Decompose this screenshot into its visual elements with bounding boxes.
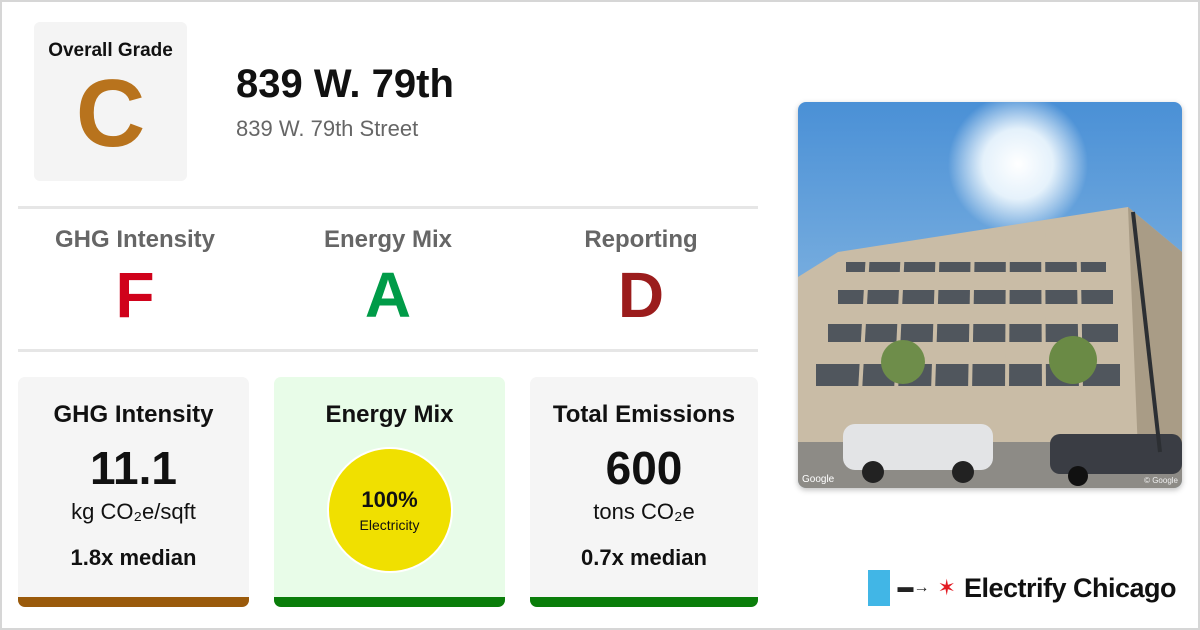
emissions-card-median: 0.7x median	[581, 545, 707, 570]
divider-top	[18, 206, 758, 209]
energy-mix-pie: 100% Electricity	[326, 447, 453, 573]
overall-grade-letter: C	[75, 60, 146, 167]
emissions-card-title: Total Emissions	[552, 401, 736, 428]
reporting-grade-letter: D	[617, 259, 665, 331]
ghg-intensity-card: GHG Intensity 11.1 kg CO₂e/sqft 1.8x med…	[18, 377, 249, 607]
plug-icon: ▬→	[897, 579, 930, 596]
ghg-card-title: GHG Intensity	[53, 401, 214, 428]
energy-mix-percent: 100%	[361, 487, 418, 512]
ghg-grade-label: GHG Intensity	[54, 226, 216, 253]
overall-grade-label: Overall Grade	[48, 40, 173, 61]
building-street-view-photo: Google © Google	[798, 102, 1182, 488]
photo-credit-google: Google	[802, 474, 835, 485]
electrify-chicago-brand[interactable]: ▬→ ✶ Electrify Chicago	[867, 570, 1177, 606]
building-address: 839 W. 79th Street	[236, 116, 419, 141]
building-illustration	[798, 102, 1182, 488]
energy-mix-card-bar	[274, 597, 505, 607]
ghg-card-median: 1.8x median	[70, 545, 197, 570]
ghg-grade-column: GHG Intensity F	[17, 226, 253, 330]
ghg-card-value: 11.1	[90, 442, 177, 494]
chicago-star-icon: ✶	[937, 575, 956, 600]
flag-stripe-icon	[867, 570, 890, 606]
energy-mix-fuel-label: Electricity	[359, 517, 420, 533]
energy-mix-grade-letter: A	[364, 259, 412, 331]
overall-grade-box: Overall Grade C	[34, 22, 187, 181]
energy-mix-grade-column: Energy Mix A	[270, 226, 506, 330]
photo-credit-copyright: © Google	[1144, 476, 1178, 485]
emissions-card-bar	[530, 597, 758, 607]
reporting-grade-column: Reporting D	[523, 226, 759, 330]
ghg-card-unit: kg CO₂e/sqft	[71, 499, 196, 524]
energy-mix-grade-label: Energy Mix	[323, 226, 453, 253]
divider-middle	[18, 349, 758, 352]
reporting-grade-label: Reporting	[584, 226, 698, 253]
ghg-grade-letter: F	[115, 259, 155, 331]
emissions-card-value: 600	[605, 442, 683, 494]
emissions-card-unit: tons CO₂e	[593, 499, 695, 524]
building-name: 839 W. 79th	[236, 62, 454, 106]
brand-name: Electrify Chicago	[963, 572, 1177, 603]
energy-mix-card: Energy Mix 100% Electricity	[274, 377, 505, 607]
energy-mix-card-title: Energy Mix	[325, 401, 454, 428]
total-emissions-card: Total Emissions 600 tons CO₂e 0.7x media…	[530, 377, 758, 607]
ghg-card-bar	[18, 597, 249, 607]
